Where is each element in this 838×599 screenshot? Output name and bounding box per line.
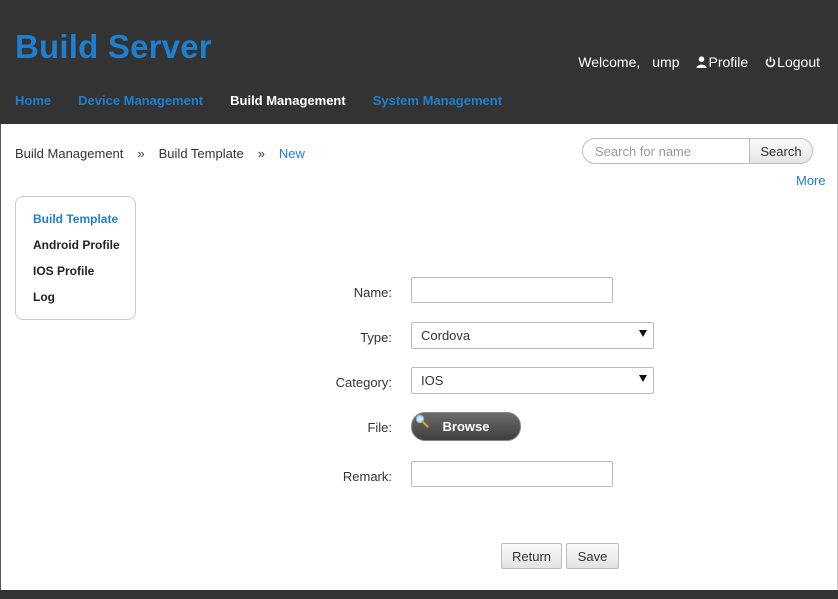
type-select-value: Cordova — [421, 328, 471, 343]
profile-label: Profile — [708, 54, 749, 70]
type-label: Type: — [360, 330, 392, 345]
nav-item-build-management[interactable]: Build Management — [230, 93, 346, 108]
nav-item-home[interactable]: Home — [15, 93, 51, 108]
breadcrumb-separator: » — [137, 146, 145, 161]
search-input[interactable] — [583, 139, 749, 163]
content-border-left — [0, 124, 1, 590]
user-icon — [696, 56, 707, 68]
breadcrumb-item-new: New — [278, 146, 305, 161]
browse-button[interactable]: Browse — [411, 412, 521, 441]
remark-label: Remark: — [342, 469, 392, 484]
username: ump — [652, 54, 680, 70]
magnifier-icon — [415, 414, 429, 428]
name-label: Name: — [353, 285, 392, 300]
profile-link[interactable]: Profile — [696, 54, 748, 70]
sidebar-item-ios-profile[interactable]: IOS Profile — [16, 264, 135, 290]
search-box: Search — [582, 138, 813, 164]
dropdown-arrow-icon — [639, 330, 647, 337]
footer-bar — [0, 590, 838, 599]
remark-field[interactable] — [411, 461, 613, 487]
power-icon — [765, 56, 776, 68]
breadcrumb-item-build-template[interactable]: Build Template — [159, 146, 244, 161]
category-label: Category: — [335, 375, 392, 390]
sidebar-item-log[interactable]: Log — [16, 290, 135, 316]
breadcrumb-separator: » — [257, 146, 265, 161]
app-title: Build Server — [15, 28, 212, 65]
category-select[interactable]: IOS — [411, 367, 654, 394]
logout-label: Logout — [777, 54, 820, 70]
search-button[interactable]: Search — [749, 139, 812, 163]
name-field[interactable] — [411, 277, 613, 303]
welcome-label: Welcome, — [578, 54, 641, 70]
type-select[interactable]: Cordova — [411, 322, 654, 349]
sidebar-item-android-profile[interactable]: Android Profile — [16, 238, 135, 264]
header-bar: Build Server Welcome, ump Profile Logout… — [0, 0, 838, 124]
more-link[interactable]: More — [796, 173, 826, 188]
breadcrumb-item-build-management[interactable]: Build Management — [15, 146, 123, 161]
save-button[interactable]: Save — [566, 543, 619, 569]
nav-item-device-management[interactable]: Device Management — [78, 93, 203, 108]
category-select-value: IOS — [421, 373, 444, 388]
return-button[interactable]: Return — [501, 543, 562, 569]
breadcrumb: Build Management » Build Template » New — [15, 146, 305, 161]
main-nav: Home Device Management Build Management … — [15, 93, 529, 108]
sidebar-menu: Build Template Android Profile IOS Profi… — [15, 196, 136, 320]
file-label: File: — [367, 420, 392, 435]
nav-item-system-management[interactable]: System Management — [373, 93, 502, 108]
browse-label: Browse — [442, 419, 490, 434]
user-bar: Welcome, ump Profile Logout — [578, 54, 820, 70]
sidebar-item-build-template[interactable]: Build Template — [16, 212, 135, 238]
logout-link[interactable]: Logout — [765, 54, 820, 70]
dropdown-arrow-icon — [639, 375, 647, 382]
